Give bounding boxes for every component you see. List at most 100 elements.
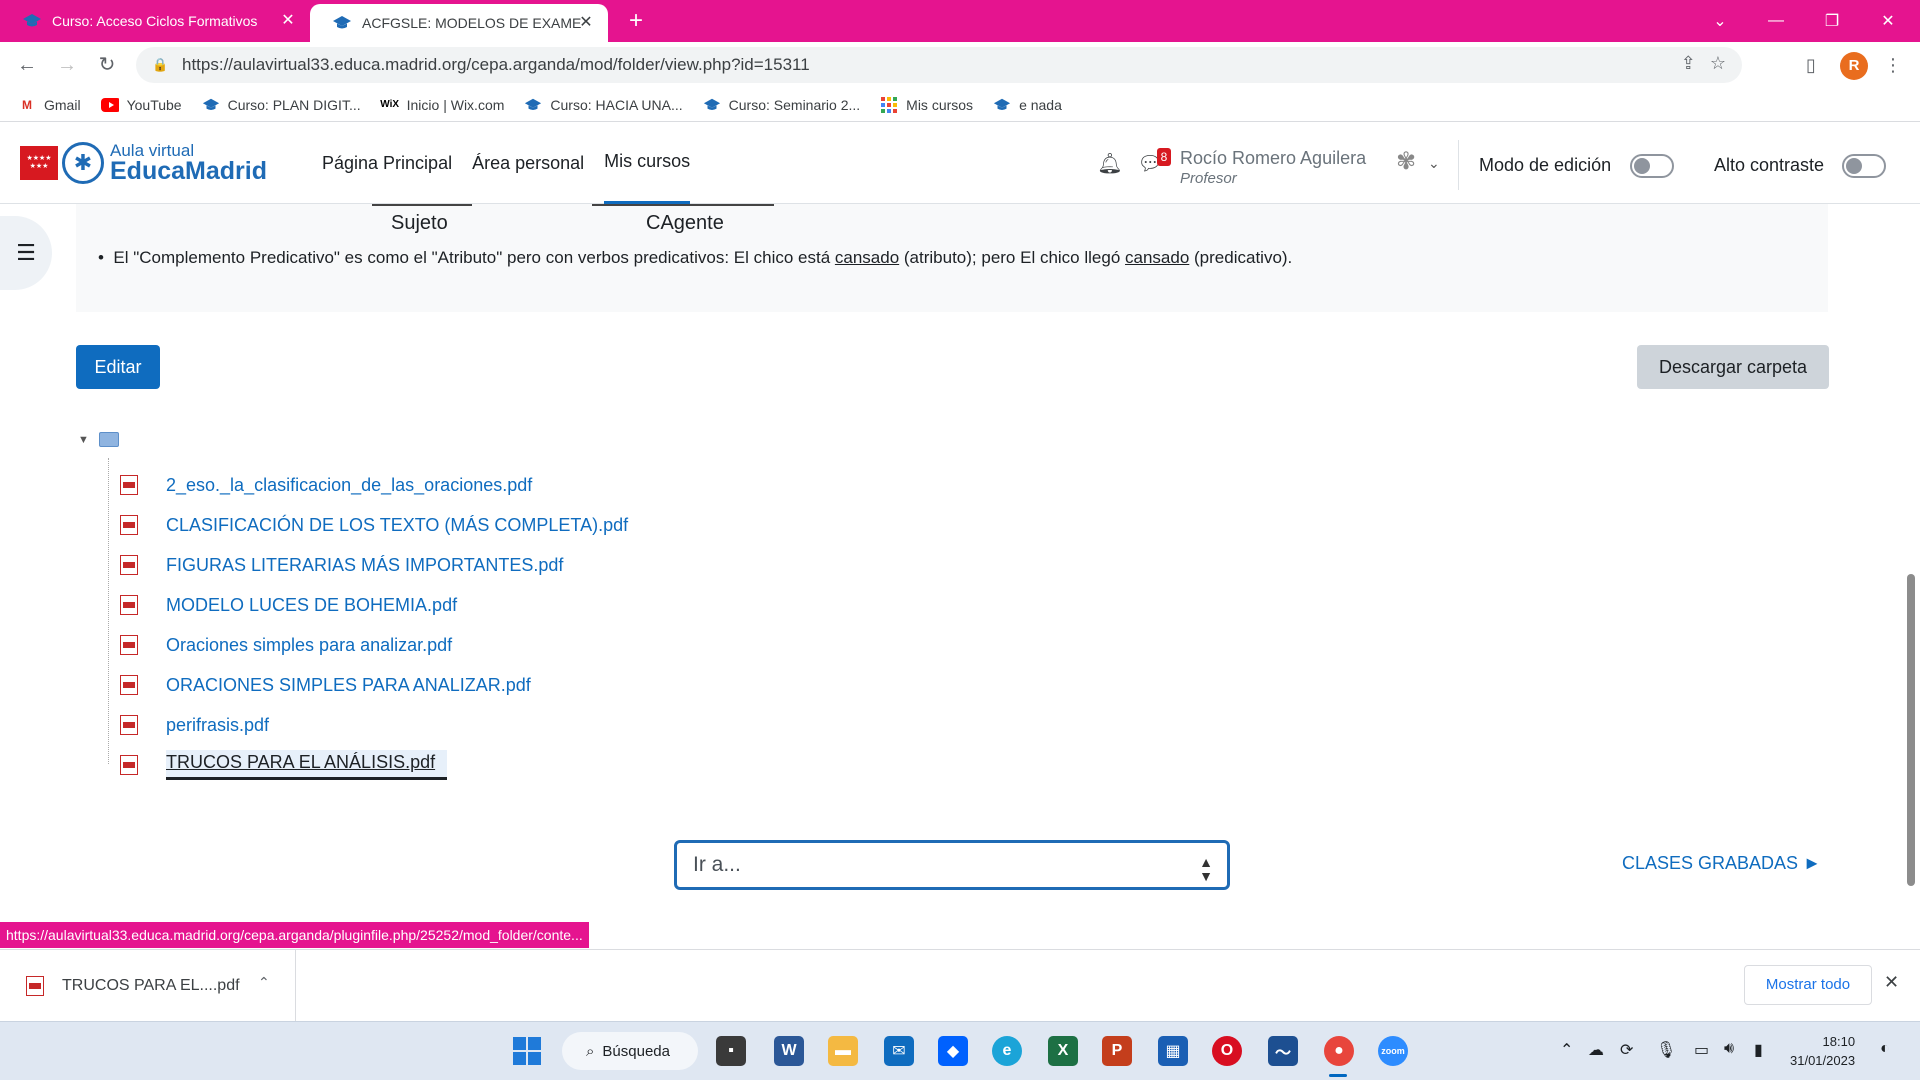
- chevron-down-icon[interactable]: ⌄: [1428, 155, 1440, 172]
- file-item[interactable]: ORACIONES SIMPLES PARA ANALIZAR.pdf: [120, 665, 531, 705]
- user-avatar[interactable]: ✾: [1386, 147, 1426, 183]
- file-explorer-icon[interactable]: ▬: [828, 1036, 858, 1066]
- taskbar-search[interactable]: ⌕ Búsqueda: [562, 1032, 698, 1070]
- file-link[interactable]: Oraciones simples para analizar.pdf: [166, 635, 452, 656]
- apps-icon: [880, 96, 898, 114]
- system-clock[interactable]: 18:10 31/01/2023: [1790, 1032, 1855, 1070]
- share-icon[interactable]: ⇪: [1681, 53, 1696, 74]
- close-tab-icon[interactable]: ✕: [278, 11, 298, 31]
- primary-nav: Página Principal Área personal Mis curso…: [322, 122, 691, 204]
- volume-icon[interactable]: 🔊︎: [1724, 1040, 1734, 1058]
- bookmark-course[interactable]: Curso: Seminario 2...: [703, 96, 861, 114]
- chevron-up-icon[interactable]: ⌃: [258, 974, 270, 991]
- next-activity-link[interactable]: CLASES GRABADAS ►: [1622, 853, 1821, 874]
- side-panel-icon[interactable]: ▯: [1796, 50, 1826, 80]
- file-item[interactable]: perifrasis.pdf: [120, 705, 269, 745]
- contrast-label: Alto contraste: [1714, 155, 1825, 175]
- bookmark-course[interactable]: Curso: HACIA UNA...: [524, 96, 683, 114]
- bookmark-course[interactable]: e nada: [993, 96, 1062, 114]
- windows-start-icon[interactable]: [512, 1036, 542, 1066]
- divider: [592, 204, 774, 206]
- file-link[interactable]: perifrasis.pdf: [166, 715, 269, 736]
- tree-collapse-icon[interactable]: ▼: [78, 434, 89, 446]
- sync-icon[interactable]: ⟳: [1620, 1040, 1633, 1060]
- address-bar[interactable]: 🔒 https://aulavirtual33.educa.madrid.org…: [136, 47, 1742, 83]
- graduation-cap-icon: [993, 96, 1011, 114]
- goto-select[interactable]: Ir a... ▲ ▼: [674, 840, 1230, 890]
- file-item[interactable]: MODELO LUCES DE BOHEMIA.pdf: [120, 585, 457, 625]
- site-logo[interactable]: ★★★★ ★★★ ✱ Aula virtual EducaMadrid: [20, 142, 267, 184]
- download-item[interactable]: TRUCOS PARA EL....pdf ⌃: [0, 950, 296, 1022]
- bookmark-label: e nada: [1019, 96, 1062, 113]
- browser-tab-1[interactable]: Curso: Acceso Ciclos Formativos ✕: [0, 0, 310, 42]
- reload-icon[interactable]: ↻: [92, 50, 122, 80]
- bookmark-youtube[interactable]: YouTube: [100, 96, 182, 114]
- bookmark-mis-cursos[interactable]: Mis cursos: [880, 96, 973, 114]
- show-all-button[interactable]: Mostrar todo: [1744, 965, 1872, 1005]
- mail-icon[interactable]: ✉: [884, 1036, 914, 1066]
- bell-icon[interactable]: 🔔︎: [1096, 150, 1124, 178]
- folder-icon: [99, 432, 119, 447]
- download-folder-button[interactable]: Descargar carpeta: [1637, 345, 1829, 389]
- store-icon[interactable]: ▦: [1158, 1036, 1188, 1066]
- file-link[interactable]: ORACIONES SIMPLES PARA ANALIZAR.pdf: [166, 675, 531, 696]
- nav-area-personal[interactable]: Área personal: [472, 122, 584, 204]
- tree-guide-line: [108, 458, 109, 764]
- edit-button[interactable]: Editar: [76, 345, 160, 389]
- pdf-icon: [120, 475, 138, 495]
- bullet-text: (predicativo).: [1189, 248, 1293, 267]
- notifications-icon[interactable]: ◐: [1880, 1040, 1890, 1058]
- close-icon[interactable]: ✕: [1884, 972, 1899, 993]
- bookmark-gmail[interactable]: M Gmail: [18, 96, 81, 114]
- file-item-selected[interactable]: TRUCOS PARA EL ANÁLISIS.pdf: [120, 745, 448, 785]
- tab-search-icon[interactable]: ⌄: [1692, 0, 1748, 42]
- close-tab-icon[interactable]: ✕: [576, 13, 596, 33]
- bullet-underlined-1: cansado: [834, 248, 900, 267]
- bookmark-wix[interactable]: WiX Inicio | Wix.com: [380, 96, 504, 114]
- powerpoint-icon[interactable]: P: [1102, 1036, 1132, 1066]
- new-tab-button[interactable]: +: [622, 8, 650, 36]
- file-link[interactable]: FIGURAS LITERARIAS MÁS IMPORTANTES.pdf: [166, 555, 563, 576]
- cloud-icon[interactable]: ☁: [1588, 1040, 1604, 1060]
- chevron-up-icon[interactable]: ⌃: [1560, 1040, 1573, 1060]
- whiteboard-icon[interactable]: 〜: [1268, 1036, 1298, 1066]
- chrome-icon[interactable]: ●: [1324, 1036, 1354, 1066]
- bookmark-label: Curso: Seminario 2...: [728, 96, 861, 113]
- back-icon[interactable]: ←: [12, 50, 42, 80]
- file-item[interactable]: 2_eso._la_clasificacion_de_las_oraciones…: [120, 465, 532, 505]
- edge-icon[interactable]: e: [992, 1036, 1022, 1066]
- pdf-icon: [26, 976, 44, 996]
- edit-mode-toggle[interactable]: [1630, 154, 1674, 178]
- word-icon[interactable]: W: [774, 1036, 804, 1066]
- task-view-icon[interactable]: ▪: [716, 1036, 746, 1066]
- contrast-toggle[interactable]: [1842, 154, 1886, 178]
- nav-pagina-principal[interactable]: Página Principal: [322, 122, 452, 204]
- profile-avatar[interactable]: R: [1840, 52, 1868, 80]
- bookmark-course[interactable]: Curso: PLAN DIGIT...: [202, 96, 361, 114]
- maximize-button[interactable]: ❐: [1804, 0, 1860, 42]
- file-item[interactable]: Oraciones simples para analizar.pdf: [120, 625, 452, 665]
- file-link[interactable]: TRUCOS PARA EL ANÁLISIS.pdf: [166, 750, 448, 780]
- excel-icon[interactable]: X: [1048, 1036, 1078, 1066]
- file-link[interactable]: 2_eso._la_clasificacion_de_las_oraciones…: [166, 475, 532, 496]
- microphone-icon[interactable]: 🎙︎: [1656, 1040, 1676, 1060]
- close-window-button[interactable]: ✕: [1860, 0, 1916, 42]
- page-scrollbar[interactable]: [1907, 574, 1915, 886]
- file-link[interactable]: MODELO LUCES DE BOHEMIA.pdf: [166, 595, 457, 616]
- file-link[interactable]: CLASIFICACIÓN DE LOS TEXTO (MÁS COMPLETA…: [166, 515, 628, 536]
- file-item[interactable]: FIGURAS LITERARIAS MÁS IMPORTANTES.pdf: [120, 545, 563, 585]
- bookmark-star-icon[interactable]: ☆: [1710, 53, 1726, 74]
- zoom-icon[interactable]: zoom: [1378, 1036, 1408, 1066]
- user-menu[interactable]: Rocío Romero Aguilera Profesor: [1180, 148, 1366, 188]
- menu-icon[interactable]: ⋮: [1878, 50, 1908, 80]
- battery-icon[interactable]: ▮: [1754, 1040, 1763, 1060]
- network-icon[interactable]: ▭: [1694, 1040, 1709, 1060]
- nav-mis-cursos[interactable]: Mis cursos: [604, 122, 691, 204]
- course-index-toggle[interactable]: ☰: [0, 216, 52, 290]
- file-item[interactable]: CLASIFICACIÓN DE LOS TEXTO (MÁS COMPLETA…: [120, 505, 628, 545]
- minimize-button[interactable]: —: [1748, 0, 1804, 42]
- opera-icon[interactable]: O: [1212, 1036, 1242, 1066]
- browser-tab-2[interactable]: ACFGSLE: MODELOS DE EXAMEN ✕: [310, 4, 608, 42]
- forward-icon[interactable]: →: [52, 50, 82, 80]
- dropbox-icon[interactable]: ◆: [938, 1036, 968, 1066]
